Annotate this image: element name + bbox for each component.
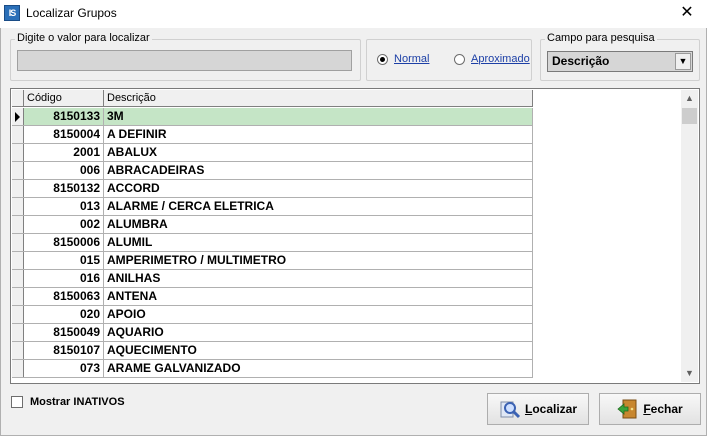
- cell-descricao[interactable]: APOIO: [104, 306, 533, 323]
- table-row[interactable]: 016 ANILHAS: [12, 270, 533, 288]
- radio-aproximado-label[interactable]: Aproximado: [471, 53, 530, 65]
- row-indicator[interactable]: [12, 252, 24, 269]
- close-button-label: Fechar: [643, 402, 683, 416]
- window-title: Localizar Grupos: [26, 6, 117, 20]
- radio-normal-dot[interactable]: [377, 53, 388, 65]
- grid-viewport: Código Descrição 8150133 3M 8150004 A DEFIN…: [12, 90, 683, 382]
- cell-descricao[interactable]: ALUMBRA: [104, 216, 533, 233]
- table-row[interactable]: 002 ALUMBRA: [12, 216, 533, 234]
- search-group-legend: Digite o valor para localizar: [15, 32, 152, 44]
- magnifier-icon: [500, 401, 521, 419]
- cell-descricao[interactable]: 3M: [104, 108, 533, 125]
- radio-aproximado-dot[interactable]: [454, 53, 465, 65]
- table-row[interactable]: 006 ABRACADEIRAS: [12, 162, 533, 180]
- table-row[interactable]: 8150004 A DEFINIR: [12, 126, 533, 144]
- cell-codigo[interactable]: 8150006: [24, 234, 104, 251]
- cell-descricao[interactable]: ABALUX: [104, 144, 533, 161]
- row-indicator[interactable]: [12, 162, 24, 179]
- row-indicator[interactable]: [12, 216, 24, 233]
- cell-codigo[interactable]: 073: [24, 360, 104, 377]
- table-row[interactable]: 8150063 ANTENA: [12, 288, 533, 306]
- close-button[interactable]: Fechar: [599, 393, 701, 425]
- row-indicator[interactable]: [12, 180, 24, 197]
- radio-normal-label[interactable]: Normal: [394, 53, 429, 65]
- show-inactive-label[interactable]: Mostrar INATIVOS: [30, 396, 125, 408]
- chevron-down-icon[interactable]: ▼: [675, 53, 691, 70]
- row-indicator[interactable]: [12, 306, 24, 323]
- row-indicator[interactable]: [12, 108, 24, 125]
- search-input[interactable]: [17, 50, 352, 71]
- cell-codigo[interactable]: 2001: [24, 144, 104, 161]
- cell-descricao[interactable]: ALUMIL: [104, 234, 533, 251]
- cell-descricao[interactable]: ALARME / CERCA ELETRICA: [104, 198, 533, 215]
- cell-descricao[interactable]: AQUARIO: [104, 324, 533, 341]
- search-button[interactable]: Localizar: [487, 393, 589, 425]
- cell-codigo[interactable]: 8150132: [24, 180, 104, 197]
- search-button-label: Localizar: [524, 402, 578, 416]
- row-indicator[interactable]: [12, 144, 24, 161]
- current-row-arrow-icon: [15, 112, 20, 122]
- scroll-thumb[interactable]: [682, 108, 697, 124]
- field-select-value: Descrição: [552, 54, 610, 68]
- row-indicator[interactable]: [12, 270, 24, 287]
- show-inactive-checkbox[interactable]: Mostrar INATIVOS: [11, 396, 125, 408]
- table-row[interactable]: 020 APOIO: [12, 306, 533, 324]
- scroll-up-icon[interactable]: ▲: [681, 90, 698, 107]
- cell-codigo[interactable]: 013: [24, 198, 104, 215]
- results-grid[interactable]: Código Descrição 8150133 3M 8150004 A DEFIN…: [10, 88, 700, 384]
- table-row[interactable]: 015 AMPERIMETRO / MULTIMETRO: [12, 252, 533, 270]
- row-indicator[interactable]: [12, 324, 24, 341]
- table-row[interactable]: 8150133 3M: [12, 108, 533, 126]
- row-indicator[interactable]: [12, 342, 24, 359]
- radio-normal[interactable]: Normal: [377, 53, 429, 65]
- cell-descricao[interactable]: AMPERIMETRO / MULTIMETRO: [104, 252, 533, 269]
- cell-codigo[interactable]: 8150063: [24, 288, 104, 305]
- cell-codigo[interactable]: 002: [24, 216, 104, 233]
- grid-header: Código Descrição: [12, 90, 533, 107]
- title-bar: IS Localizar Grupos ✕: [0, 0, 707, 28]
- row-indicator[interactable]: [12, 126, 24, 143]
- close-icon[interactable]: ✕: [667, 0, 707, 28]
- cell-descricao[interactable]: AQUECIMENTO: [104, 342, 533, 359]
- row-indicator[interactable]: [12, 288, 24, 305]
- cell-codigo[interactable]: 015: [24, 252, 104, 269]
- grid-rows: 8150133 3M 8150004 A DEFINIR 2001 ABALUX 006 AB…: [12, 108, 533, 378]
- cell-codigo[interactable]: 8150049: [24, 324, 104, 341]
- radio-aproximado[interactable]: Aproximado: [454, 53, 530, 65]
- table-row[interactable]: 8150132 ACCORD: [12, 180, 533, 198]
- cell-codigo[interactable]: 8150133: [24, 108, 104, 125]
- vertical-scrollbar[interactable]: ▲ ▼: [681, 90, 698, 382]
- cell-codigo[interactable]: 006: [24, 162, 104, 179]
- table-row[interactable]: 2001 ABALUX: [12, 144, 533, 162]
- header-indicator: [12, 90, 24, 107]
- table-row[interactable]: 8150049 AQUARIO: [12, 324, 533, 342]
- cell-descricao[interactable]: A DEFINIR: [104, 126, 533, 143]
- app-logo-icon: IS: [4, 5, 20, 21]
- cell-codigo[interactable]: 8150004: [24, 126, 104, 143]
- cell-descricao[interactable]: ANILHAS: [104, 270, 533, 287]
- cell-descricao[interactable]: ABRACADEIRAS: [104, 162, 533, 179]
- scroll-down-icon[interactable]: ▼: [681, 365, 698, 382]
- row-indicator[interactable]: [12, 234, 24, 251]
- row-indicator[interactable]: [12, 360, 24, 377]
- dialog-body: Digite o valor para localizar Normal Apr…: [0, 28, 707, 436]
- checkbox-box[interactable]: [11, 396, 23, 408]
- table-row[interactable]: 013 ALARME / CERCA ELETRICA: [12, 198, 533, 216]
- cell-codigo[interactable]: 8150107: [24, 342, 104, 359]
- row-indicator[interactable]: [12, 198, 24, 215]
- table-row[interactable]: 073 ARAME GALVANIZADO: [12, 360, 533, 378]
- cell-codigo[interactable]: 016: [24, 270, 104, 287]
- field-group-legend: Campo para pesquisa: [545, 32, 657, 44]
- cell-descricao[interactable]: ACCORD: [104, 180, 533, 197]
- column-header-codigo[interactable]: Código: [24, 90, 104, 107]
- cell-codigo[interactable]: 020: [24, 306, 104, 323]
- column-header-descricao[interactable]: Descrição: [104, 90, 533, 107]
- table-row[interactable]: 8150006 ALUMIL: [12, 234, 533, 252]
- exit-door-icon: [617, 399, 637, 419]
- cell-descricao[interactable]: ARAME GALVANIZADO: [104, 360, 533, 377]
- cell-descricao[interactable]: ANTENA: [104, 288, 533, 305]
- table-row[interactable]: 8150107 AQUECIMENTO: [12, 342, 533, 360]
- field-select[interactable]: Descrição ▼: [547, 51, 693, 72]
